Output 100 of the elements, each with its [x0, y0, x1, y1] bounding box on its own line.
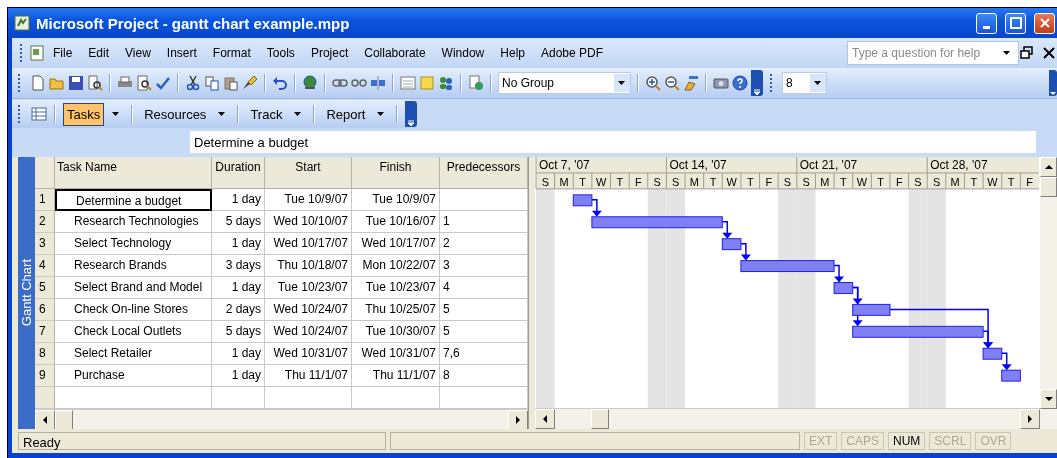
- table-cell[interactable]: 1 day: [212, 233, 265, 255]
- task-bar[interactable]: [740, 260, 835, 273]
- guide-tab[interactable]: Track: [246, 102, 287, 126]
- guide-tab[interactable]: Resources: [140, 102, 211, 126]
- table-cell[interactable]: Check Local Outlets: [55, 321, 212, 343]
- table-cell[interactable]: Select Technology: [55, 233, 212, 255]
- column-header[interactable]: Duration: [212, 157, 265, 189]
- scroll-left-button[interactable]: [35, 410, 55, 430]
- guide-tab[interactable]: Report: [322, 102, 370, 126]
- table-cell[interactable]: 1 day: [212, 277, 265, 299]
- project-document-icon[interactable]: [29, 45, 45, 61]
- group-dropdown[interactable]: No Group: [498, 72, 631, 94]
- scroll-to-task-icon[interactable]: [683, 75, 699, 91]
- table-cell[interactable]: Wed 10/24/07: [265, 299, 352, 321]
- row-number[interactable]: 7: [35, 321, 55, 343]
- task-bar[interactable]: [1001, 369, 1021, 382]
- scrollbar-thumb[interactable]: [591, 409, 609, 429]
- row-number[interactable]: 6: [35, 299, 55, 321]
- horizontal-scrollbar[interactable]: [535, 408, 1040, 429]
- table-cell[interactable]: Wed 10/17/07: [352, 233, 440, 255]
- menu-item[interactable]: Insert: [158, 44, 205, 62]
- column-header[interactable]: Task Name: [55, 157, 212, 189]
- table-cell[interactable]: Tue 10/9/07: [265, 189, 352, 211]
- task-bar[interactable]: [852, 303, 891, 316]
- column-header[interactable]: Predecessors: [440, 157, 528, 189]
- help-search-field[interactable]: Type a question for help: [847, 41, 1019, 65]
- table-cell[interactable]: 1 day: [212, 343, 265, 365]
- task-bar[interactable]: [852, 325, 984, 338]
- row-number[interactable]: 8: [35, 343, 55, 365]
- vertical-scrollbar[interactable]: [1040, 157, 1057, 429]
- font-size-dropdown[interactable]: 8: [782, 72, 827, 94]
- minimize-button[interactable]: [976, 12, 997, 34]
- task-bar[interactable]: [572, 194, 593, 207]
- print-preview-icon[interactable]: [136, 75, 152, 91]
- menu-item[interactable]: Help: [492, 44, 533, 62]
- table-cell[interactable]: Wed 10/31/07: [265, 343, 352, 365]
- close-button[interactable]: [1034, 12, 1055, 34]
- row-number[interactable]: 5: [35, 277, 55, 299]
- document-search-icon[interactable]: [87, 75, 103, 91]
- column-header[interactable]: Finish: [352, 157, 440, 189]
- scroll-left-button[interactable]: [535, 409, 555, 429]
- new-document-icon[interactable]: [30, 75, 46, 91]
- scroll-right-button[interactable]: [1020, 409, 1040, 429]
- help-icon[interactable]: [732, 75, 748, 91]
- zoom-in-icon[interactable]: [645, 75, 661, 91]
- table-cell[interactable]: Tue 10/16/07: [352, 211, 440, 233]
- table-cell[interactable]: Wed 10/24/07: [265, 321, 352, 343]
- table-cell[interactable]: Wed 10/31/07: [352, 343, 440, 365]
- menu-item[interactable]: Format: [204, 44, 259, 62]
- table-cell[interactable]: Tue 10/9/07: [352, 189, 440, 211]
- table-cell[interactable]: Wed 10/10/07: [265, 211, 352, 233]
- copy-icon[interactable]: [204, 75, 220, 91]
- table-cell[interactable]: 5 days: [212, 321, 265, 343]
- project-icon[interactable]: [14, 15, 30, 31]
- scroll-right-button[interactable]: [508, 410, 528, 430]
- cut-icon[interactable]: [185, 75, 201, 91]
- globe-link-icon[interactable]: [302, 75, 318, 91]
- task-bar[interactable]: [833, 282, 854, 294]
- scroll-up-button[interactable]: [1040, 157, 1057, 177]
- task-bar[interactable]: [982, 347, 1003, 360]
- table-cell[interactable]: Purchase: [55, 365, 212, 387]
- table-cell[interactable]: 5 days: [212, 211, 265, 233]
- people-icon[interactable]: [438, 75, 454, 91]
- menu-item[interactable]: Tools: [258, 44, 303, 62]
- table-cell[interactable]: 1 day: [212, 365, 265, 387]
- view-bar[interactable]: Gantt Chart: [18, 157, 35, 429]
- row-number[interactable]: 9: [35, 365, 55, 387]
- scrollbar-thumb[interactable]: [55, 410, 73, 430]
- table-cell[interactable]: Thu 10/18/07: [265, 255, 352, 277]
- table-cell[interactable]: 2 days: [212, 299, 265, 321]
- grid-view-icon[interactable]: [31, 106, 47, 122]
- table-cell[interactable]: 1 day: [212, 189, 265, 211]
- table-cell[interactable]: Mon 10/22/07: [352, 255, 440, 277]
- table-cell[interactable]: Wed 10/17/07: [265, 233, 352, 255]
- save-icon[interactable]: [68, 75, 84, 91]
- toolbar-options-icon[interactable]: [751, 70, 763, 96]
- guide-tab[interactable]: Tasks: [63, 102, 105, 126]
- paste-icon[interactable]: [223, 75, 239, 91]
- table-cell[interactable]: Select Brand and Model: [55, 277, 212, 299]
- table-cell[interactable]: Check On-line Stores: [55, 299, 212, 321]
- table-cell[interactable]: Select Retailer: [55, 343, 212, 365]
- toolbar-options-icon[interactable]: [1049, 70, 1057, 96]
- task-bar[interactable]: [591, 216, 723, 229]
- table-cell[interactable]: Thu 11/1/07: [352, 365, 440, 387]
- close-icon[interactable]: [1041, 45, 1057, 61]
- row-number[interactable]: 3: [35, 233, 55, 255]
- table-cell[interactable]: Tue 10/23/07: [265, 277, 352, 299]
- horizontal-scrollbar[interactable]: [35, 409, 528, 430]
- menu-item[interactable]: View: [117, 44, 159, 62]
- menu-item[interactable]: Adobe PDF: [533, 44, 612, 62]
- column-header[interactable]: Start: [265, 157, 352, 189]
- table-cell[interactable]: Tue 10/23/07: [352, 277, 440, 299]
- table-cell[interactable]: Research Technologies: [55, 211, 212, 233]
- toolbar-options-icon[interactable]: [405, 101, 418, 127]
- restore-window-icon[interactable]: [1019, 45, 1035, 61]
- task-bar[interactable]: [721, 238, 742, 251]
- table-cell[interactable]: Tue 10/30/07: [352, 321, 440, 343]
- menu-item[interactable]: Project: [302, 44, 357, 62]
- globe-document-icon[interactable]: [468, 75, 484, 91]
- row-number[interactable]: 4: [35, 255, 55, 277]
